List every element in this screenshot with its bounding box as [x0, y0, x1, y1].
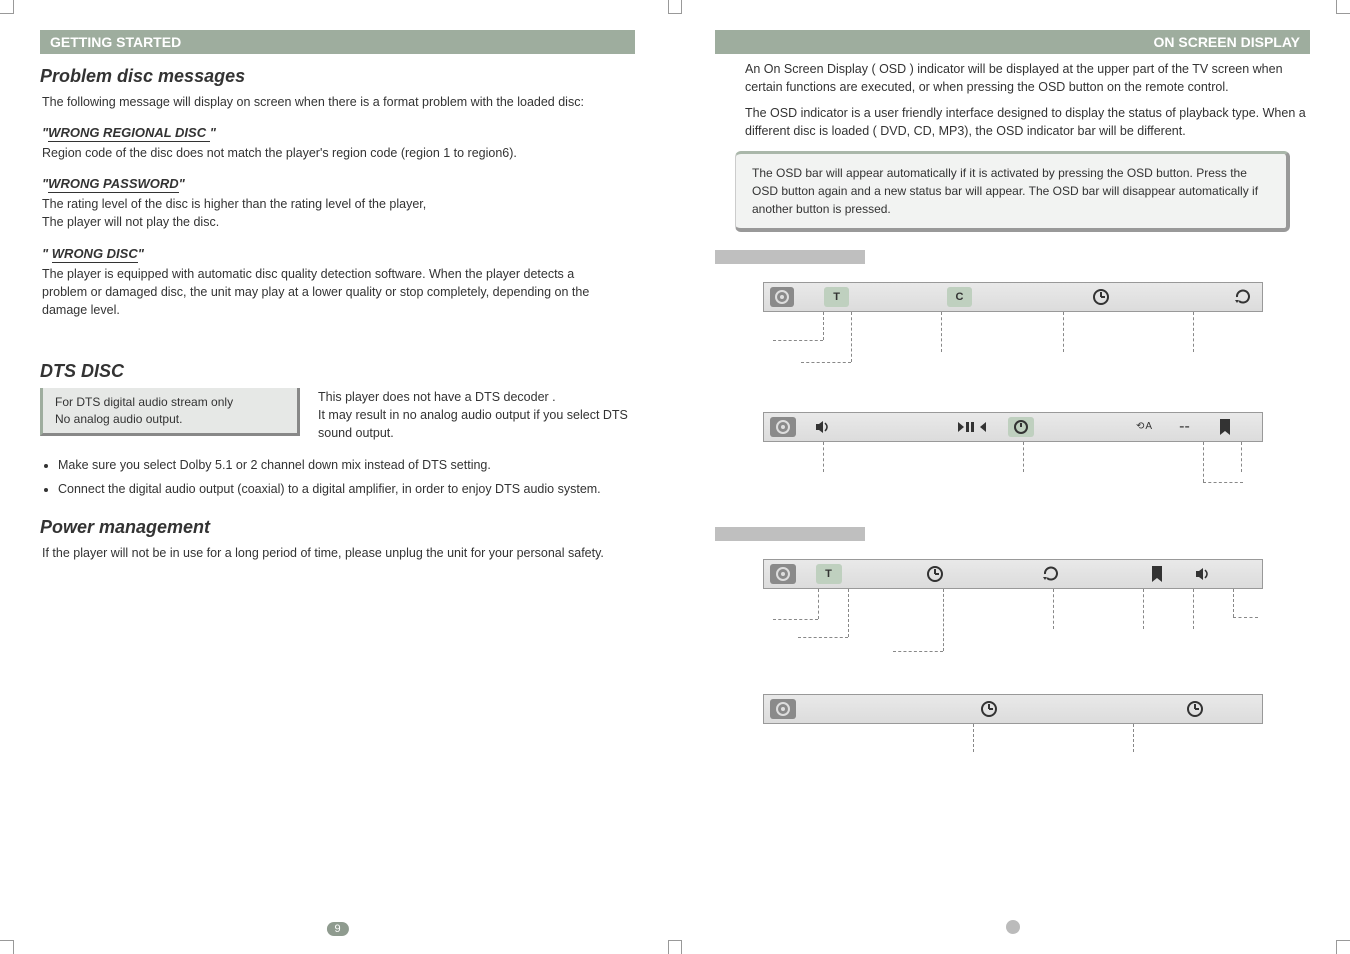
- dts-box-l2: No analog audio output.: [55, 411, 285, 428]
- bullet-1: Make sure you select Dolby 5.1 or 2 chan…: [58, 456, 635, 474]
- left-page: GETTING STARTED Problem disc messages Th…: [0, 0, 675, 954]
- dts-side-l2: It may result in no analog audio output …: [318, 406, 635, 442]
- power-body: If the player will not be in use for a l…: [42, 544, 635, 562]
- dts-side-l1: This player does not have a DTS decoder …: [318, 388, 635, 406]
- msg3-body: The player is equipped with automatic di…: [42, 265, 602, 319]
- clock-icon: [976, 699, 1002, 719]
- clock-icon: [1008, 417, 1034, 437]
- msg2-body-l1: The rating level of the disc is higher t…: [42, 195, 635, 213]
- dash-icon: --: [1172, 417, 1198, 437]
- msg1-body: Region code of the disc does not match t…: [42, 144, 635, 162]
- dts-box-l1: For DTS digital audio stream only: [55, 394, 285, 411]
- right-page: ON SCREEN DISPLAY An On Screen Display (…: [675, 0, 1350, 954]
- msg1-title: "WRONG REGIONAL DISC ": [42, 125, 635, 140]
- clock-icon: [1182, 699, 1208, 719]
- osd-para1: An On Screen Display ( OSD ) indicator w…: [745, 60, 1306, 96]
- intro-text: The following message will display on sc…: [42, 93, 635, 111]
- osd-bar-2: ⟲A --: [763, 412, 1263, 497]
- title-icon: T: [824, 287, 849, 307]
- dts-side-text: This player does not have a DTS decoder …: [318, 388, 635, 442]
- repeat-icon: [1231, 287, 1256, 307]
- msg2-title: "WRONG PASSWORD": [42, 176, 635, 191]
- bullet-2: Connect the digital audio output (coaxia…: [58, 480, 635, 498]
- heading-power: Power management: [40, 517, 635, 538]
- clock-icon: [1089, 287, 1114, 307]
- disc-icon: [770, 417, 796, 437]
- heading-problem-disc: Problem disc messages: [40, 66, 635, 87]
- section-heading-left: GETTING STARTED: [40, 30, 635, 54]
- osd-note-box: The OSD bar will appear automatically if…: [735, 151, 1290, 232]
- marker-icon: [1212, 417, 1238, 437]
- ab-icon: ⟲A: [1132, 417, 1158, 437]
- clock-icon: [922, 564, 948, 584]
- marker-icon: [1144, 564, 1170, 584]
- osd-bar-1: T C: [763, 282, 1263, 382]
- heading-dts: DTS DISC: [40, 361, 635, 382]
- msg2-body-l2: The player will not play the disc.: [42, 213, 635, 231]
- page-dot: [1006, 920, 1020, 934]
- section-heading-right: ON SCREEN DISPLAY: [715, 30, 1310, 54]
- dts-bullets: Make sure you select Dolby 5.1 or 2 chan…: [46, 456, 635, 498]
- gray-strip-2: [715, 527, 865, 541]
- sound-icon: [1190, 564, 1216, 584]
- disc-icon: [770, 564, 796, 584]
- dts-row: For DTS digital audio stream only No ana…: [40, 388, 635, 442]
- title-icon: T: [816, 564, 842, 584]
- page-number: 9: [326, 922, 348, 936]
- msg3-title: " WRONG DISC": [42, 246, 635, 261]
- disc-icon: [770, 287, 795, 307]
- sound-icon: [810, 417, 836, 437]
- chapter-icon: C: [947, 287, 972, 307]
- gray-strip-1: [715, 250, 865, 264]
- osd-bar-4: [763, 694, 1263, 764]
- play-pause-icon: [954, 417, 994, 437]
- osd-bar-3: T: [763, 559, 1263, 664]
- dts-info-box: For DTS digital audio stream only No ana…: [40, 388, 300, 437]
- repeat-icon: [1038, 564, 1064, 584]
- osd-para2: The OSD indicator is a user friendly int…: [745, 104, 1306, 140]
- disc-icon: [770, 699, 796, 719]
